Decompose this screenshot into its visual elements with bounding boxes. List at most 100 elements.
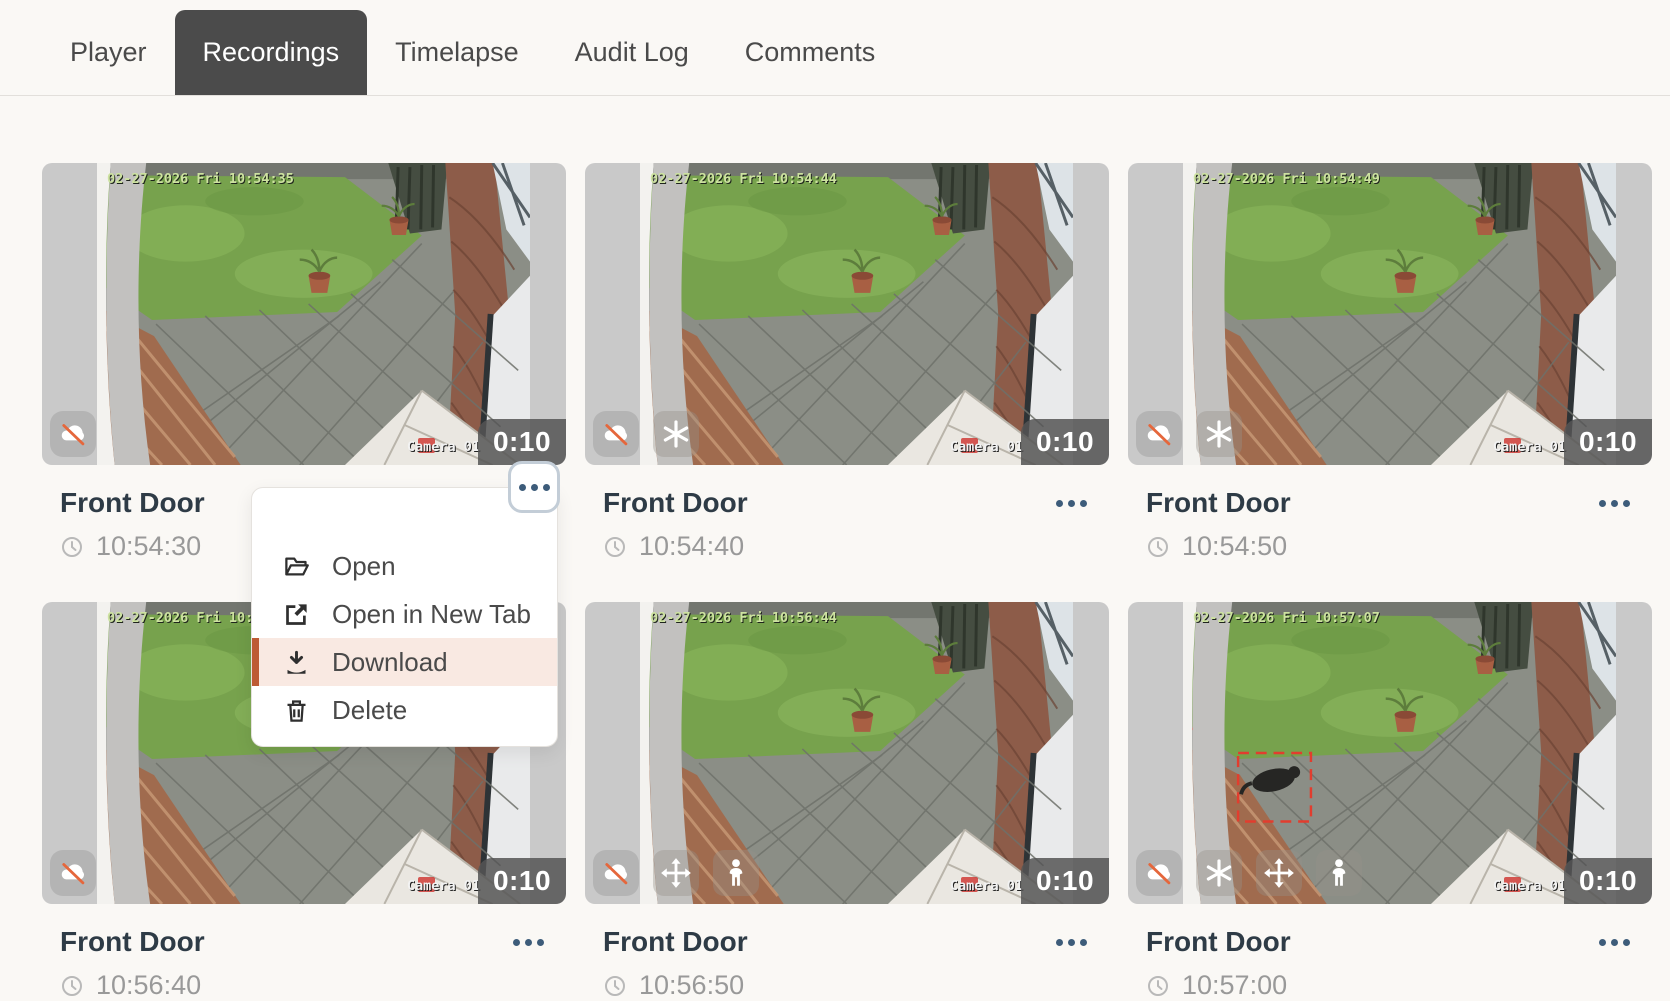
- recording-card: 02-27-2026 Fri 10:54:44 Camera 01 0:10 F…: [585, 163, 1109, 560]
- badge-cloud-off: [593, 411, 639, 457]
- tab-audit-log[interactable]: Audit Log: [547, 10, 717, 95]
- duration-badge: 0:10: [478, 858, 566, 904]
- badge-person: [1316, 850, 1362, 896]
- asterisk-icon: [659, 417, 693, 451]
- recording-title: Front Door: [1146, 487, 1291, 519]
- recording-thumbnail[interactable]: 02-27-2026 Fri 10:56:44 Camera 01 0:10: [585, 602, 1109, 904]
- recording-card: 02-27-2026 Fri 10:54:35 Camera 01 0:10 F…: [42, 163, 566, 560]
- clock-icon: [60, 974, 84, 998]
- garden-camera-scene: [640, 163, 1073, 465]
- menu-item-label: Delete: [332, 695, 407, 726]
- badge-row: [593, 411, 699, 457]
- recording-title: Front Door: [603, 487, 748, 519]
- card-meta: Front Door 10:56:50: [585, 904, 1109, 1001]
- cloud-off-icon: [1142, 417, 1176, 451]
- badge-person: [713, 850, 759, 896]
- recording-time: 10:56:50: [639, 970, 744, 1001]
- badge-row: [50, 411, 96, 457]
- garden-camera-scene: [97, 163, 530, 465]
- recording-title: Front Door: [1146, 926, 1291, 958]
- badge-asterisk: [1196, 411, 1242, 457]
- camera-name-label: Camera 01: [950, 439, 1023, 455]
- cloud-off-icon: [56, 417, 90, 451]
- more-options-button[interactable]: [1592, 487, 1636, 519]
- recording-card: 02-27-2026 Fri 10:54:49 Camera 01 0:10 F…: [1128, 163, 1652, 560]
- more-options-button[interactable]: [508, 461, 560, 513]
- badge-row: [50, 850, 96, 896]
- recording-thumbnail[interactable]: 02-27-2026 Fri 10:54:44 Camera 01 0:10: [585, 163, 1109, 465]
- recording-thumbnail[interactable]: 02-27-2026 Fri 10:54:49 Camera 01 0:10: [1128, 163, 1652, 465]
- badge-cloud-off: [50, 411, 96, 457]
- camera-name-label: Camera 01: [1493, 878, 1566, 894]
- recording-time: 10:54:40: [639, 531, 744, 562]
- cloud-off-icon: [599, 417, 633, 451]
- recording-time: 10:56:40: [96, 970, 201, 1001]
- camera-osd-timestamp: 02-27-2026 Fri 10:54:44: [650, 171, 837, 187]
- camera-frame: 02-27-2026 Fri 10:54:35 Camera 01: [97, 163, 530, 465]
- menu-item-label: Download: [332, 647, 448, 678]
- recording-time: 10:54:30: [96, 531, 201, 562]
- cloud-off-icon: [599, 856, 633, 890]
- cloud-off-icon: [1142, 856, 1176, 890]
- camera-osd-timestamp: 02-27-2026 Fri 10:57:07: [1193, 610, 1380, 626]
- more-options-button[interactable]: [1049, 487, 1093, 519]
- badge-row: [1136, 411, 1242, 457]
- camera-osd-timestamp: 02-27-2026 Fri 10:54:49: [1193, 171, 1380, 187]
- menu-item-label: Open in New Tab: [332, 599, 531, 630]
- person-icon: [719, 856, 753, 890]
- more-options-button[interactable]: [506, 926, 550, 958]
- menu-item-download[interactable]: Download: [252, 638, 557, 686]
- duration-badge: 0:10: [1021, 858, 1109, 904]
- recording-thumbnail[interactable]: 02-27-2026 Fri 10:57:07 Camera 01 0:10: [1128, 602, 1652, 904]
- card-meta: Front Door 10:57:00: [1128, 904, 1652, 1001]
- more-options-button[interactable]: [1592, 926, 1636, 958]
- tab-recordings[interactable]: Recordings: [175, 10, 368, 95]
- badge-asterisk: [653, 411, 699, 457]
- recording-title: Front Door: [60, 487, 205, 519]
- card-meta: Front Door 10:54:50: [1128, 465, 1652, 562]
- camera-name-label: Camera 01: [950, 878, 1023, 894]
- badge-move: [653, 850, 699, 896]
- clock-icon: [1146, 974, 1170, 998]
- clock-icon: [60, 535, 84, 559]
- tab-player[interactable]: Player: [42, 10, 175, 95]
- download-icon: [283, 649, 310, 676]
- recording-title: Front Door: [60, 926, 205, 958]
- asterisk-icon: [1202, 856, 1236, 890]
- duration-badge: 0:10: [1021, 419, 1109, 465]
- recording-time: 10:54:50: [1182, 531, 1287, 562]
- camera-osd-timestamp: 02-27-2026 Fri 10:54:35: [107, 171, 294, 187]
- more-options-button[interactable]: [1049, 926, 1093, 958]
- garden-camera-scene: [1183, 163, 1616, 465]
- duration-badge: 0:10: [1564, 858, 1652, 904]
- menu-item-open-new-tab[interactable]: Open in New Tab: [252, 590, 557, 638]
- trash-icon: [283, 697, 310, 724]
- camera-osd-timestamp: 02-27-2026 Fri 10:56:44: [650, 610, 837, 626]
- camera-name-label: Camera 01: [407, 878, 480, 894]
- badge-row: [593, 850, 759, 896]
- recording-card: 02-27-2026 Fri 10:56:44 Camera 01 0:10 F…: [585, 602, 1109, 999]
- move-icon: [659, 856, 693, 890]
- menu-item-delete[interactable]: Delete: [252, 686, 557, 734]
- person-icon: [1322, 856, 1356, 890]
- cloud-off-icon: [56, 856, 90, 890]
- card-meta: Front Door 10:54:40: [585, 465, 1109, 562]
- duration-badge: 0:10: [478, 419, 566, 465]
- badge-cloud-off: [50, 850, 96, 896]
- clock-icon: [603, 974, 627, 998]
- camera-name-label: Camera 01: [1493, 439, 1566, 455]
- badge-cloud-off: [1136, 850, 1182, 896]
- duration-badge: 0:10: [1564, 419, 1652, 465]
- recording-title: Front Door: [603, 926, 748, 958]
- recording-time: 10:57:00: [1182, 970, 1287, 1001]
- tab-bar: PlayerRecordingsTimelapseAudit LogCommen…: [0, 0, 1670, 96]
- external-link-icon: [283, 601, 310, 628]
- tab-timelapse[interactable]: Timelapse: [367, 10, 547, 95]
- clock-icon: [603, 535, 627, 559]
- badge-asterisk: [1196, 850, 1242, 896]
- badge-row: [1136, 850, 1362, 896]
- recording-thumbnail[interactable]: 02-27-2026 Fri 10:54:35 Camera 01 0:10: [42, 163, 566, 465]
- asterisk-icon: [1202, 417, 1236, 451]
- tab-comments[interactable]: Comments: [717, 10, 904, 95]
- badge-cloud-off: [1136, 411, 1182, 457]
